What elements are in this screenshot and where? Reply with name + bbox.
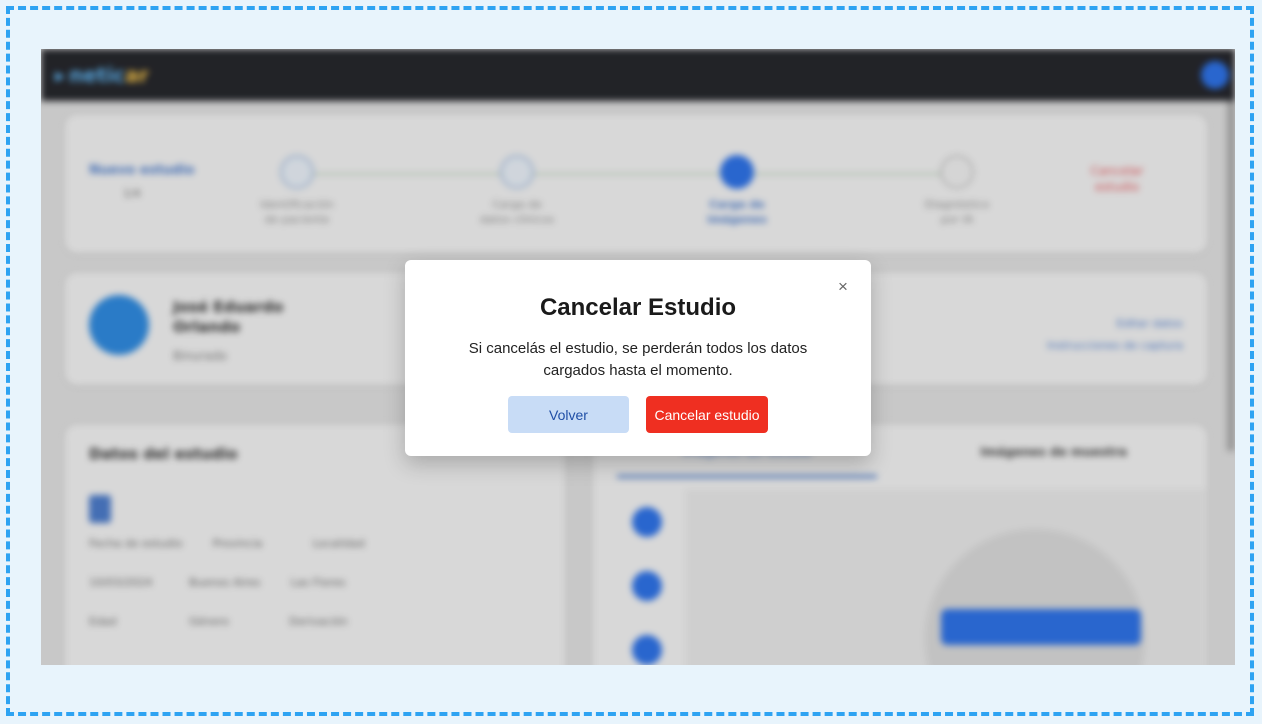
close-icon[interactable]: × (833, 276, 853, 296)
cancel-study-button[interactable]: Cancelar estudio (646, 396, 768, 433)
back-button[interactable]: Volver (508, 396, 629, 433)
dialog-title: Cancelar Estudio (539, 294, 737, 321)
cancel-study-dialog: × Cancelar Estudio Si cancelás el estudi… (405, 260, 871, 456)
dialog-message: Si cancelás el estudio, se perderán todo… (468, 340, 808, 379)
